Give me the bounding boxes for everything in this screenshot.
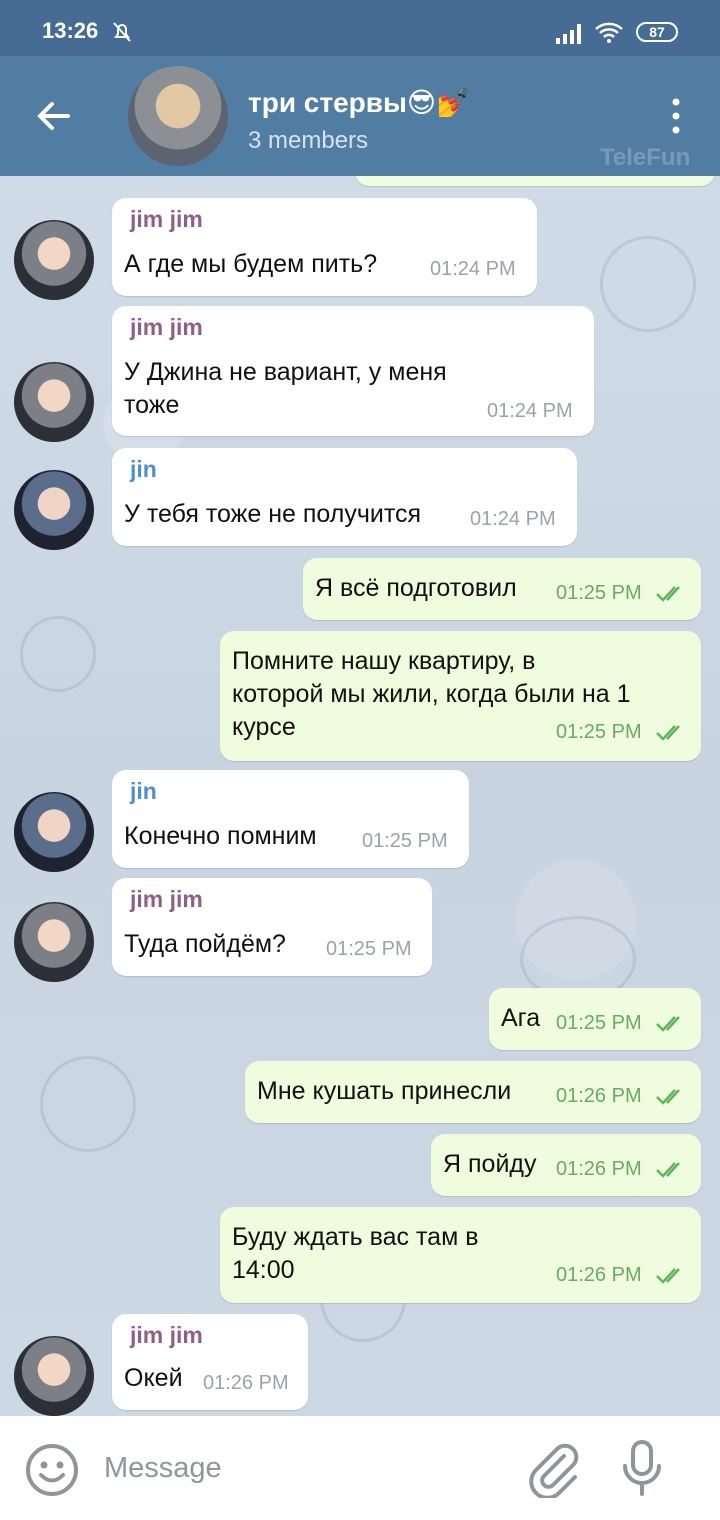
avatar[interactable] [14, 220, 94, 300]
avatar[interactable] [14, 1336, 94, 1416]
message-text: Я пойду [443, 1150, 537, 1178]
chat-title[interactable]: три стервы😎💅 [248, 86, 471, 119]
message-bubble-incoming[interactable]: jin У тебя тоже не получится 01:24 PM [112, 448, 577, 546]
chat-header: три стервы😎💅 3 members TeleFun [0, 56, 720, 176]
message-bubble-partial [355, 176, 715, 186]
double-check-icon [655, 1085, 687, 1114]
double-check-icon [655, 1264, 687, 1293]
sender-name[interactable]: jin [130, 456, 157, 483]
group-avatar[interactable] [128, 66, 228, 166]
message-time: 01:24 PM [430, 258, 516, 280]
double-check-icon [655, 721, 687, 750]
message-bubble-incoming[interactable]: jim jim Туда пойдём? 01:25 PM [112, 878, 432, 976]
battery-indicator: 87 [636, 22, 678, 42]
member-count[interactable]: 3 members [248, 127, 368, 155]
message-time: 01:26 PM [556, 1264, 642, 1286]
message-text: Я всё подготовил [315, 574, 517, 602]
message-time: 01:24 PM [470, 508, 556, 530]
smile-icon[interactable] [24, 1442, 80, 1503]
sender-name[interactable]: jim jim [130, 886, 203, 913]
message-bubble-outgoing[interactable]: Мне кушать принесли 01:26 PM [245, 1061, 701, 1123]
message-text: Конечно помним [124, 822, 317, 850]
message-text: Ага [501, 1004, 541, 1032]
message-bubble-outgoing[interactable]: Помните нашу квартиру, в которой мы жили… [220, 631, 701, 761]
message-input-bar: Message [0, 1416, 720, 1520]
message-bubble-incoming[interactable]: jim jim А где мы будем пить? 01:24 PM [112, 198, 537, 296]
message-list[interactable]: jim jim А где мы будем пить? 01:24 PM ji… [0, 176, 720, 1416]
message-bubble-incoming[interactable]: jin Конечно помним 01:25 PM [112, 770, 469, 868]
message-text-line: У Джина не вариант, у меня [124, 358, 447, 386]
signal-icon [556, 22, 586, 49]
avatar[interactable] [14, 902, 94, 982]
message-time: 01:26 PM [556, 1085, 642, 1107]
more-vertical-icon[interactable] [664, 96, 688, 141]
avatar[interactable] [14, 792, 94, 872]
message-text-line: которой мы жили, когда были на 1 [232, 680, 631, 708]
message-time: 01:25 PM [556, 1012, 642, 1034]
message-bubble-incoming[interactable]: jim jim Окей 01:26 PM [112, 1314, 308, 1410]
message-bubble-outgoing[interactable]: Буду ждать вас там в 14:00 01:26 PM [220, 1207, 701, 1303]
avatar[interactable] [14, 362, 94, 442]
status-time: 13:26 [42, 18, 99, 43]
message-time: 01:25 PM [326, 938, 412, 960]
sender-name[interactable]: jim jim [130, 1322, 203, 1349]
double-check-icon [655, 582, 687, 611]
message-text-line: Помните нашу квартиру, в [232, 647, 536, 675]
message-time: 01:25 PM [556, 582, 642, 604]
watermark-text: TeleFun [600, 144, 691, 171]
message-text-line: тоже [124, 391, 180, 419]
message-bubble-outgoing[interactable]: Я всё подготовил 01:25 PM [303, 558, 701, 620]
message-time: 01:24 PM [487, 400, 573, 422]
message-bubble-outgoing[interactable]: Я пойду 01:26 PM [431, 1134, 701, 1196]
sender-name[interactable]: jim jim [130, 314, 203, 341]
avatar[interactable] [14, 470, 94, 550]
sender-name[interactable]: jim jim [130, 206, 203, 233]
message-text: Окей [124, 1364, 183, 1392]
message-text: Мне кушать принесли [257, 1077, 512, 1105]
wifi-icon [594, 20, 624, 49]
double-check-icon [655, 1012, 687, 1041]
message-time: 01:25 PM [362, 830, 448, 852]
message-time: 01:26 PM [556, 1158, 642, 1180]
message-bubble-outgoing[interactable]: Ага 01:25 PM [489, 988, 701, 1050]
message-text: Туда пойдём? [124, 930, 286, 958]
message-time: 01:26 PM [203, 1372, 289, 1394]
back-arrow-icon[interactable] [34, 96, 74, 141]
message-text: А где мы будем пить? [124, 250, 378, 278]
sender-name[interactable]: jin [130, 778, 157, 805]
message-text-line: 14:00 [232, 1256, 295, 1284]
paperclip-icon[interactable] [524, 1438, 580, 1503]
message-text: У тебя тоже не получится [124, 500, 422, 528]
double-check-icon [655, 1158, 687, 1187]
microphone-icon[interactable] [620, 1438, 664, 1503]
message-text-line: курсе [232, 713, 296, 741]
message-bubble-incoming[interactable]: jim jim У Джина не вариант, у меня тоже … [112, 306, 594, 436]
mute-bell-icon [110, 20, 134, 49]
message-text-line: Буду ждать вас там в [232, 1223, 479, 1251]
message-time: 01:25 PM [556, 721, 642, 743]
message-input[interactable]: Message [104, 1452, 222, 1485]
status-bar: 13:26 87 [0, 0, 720, 56]
